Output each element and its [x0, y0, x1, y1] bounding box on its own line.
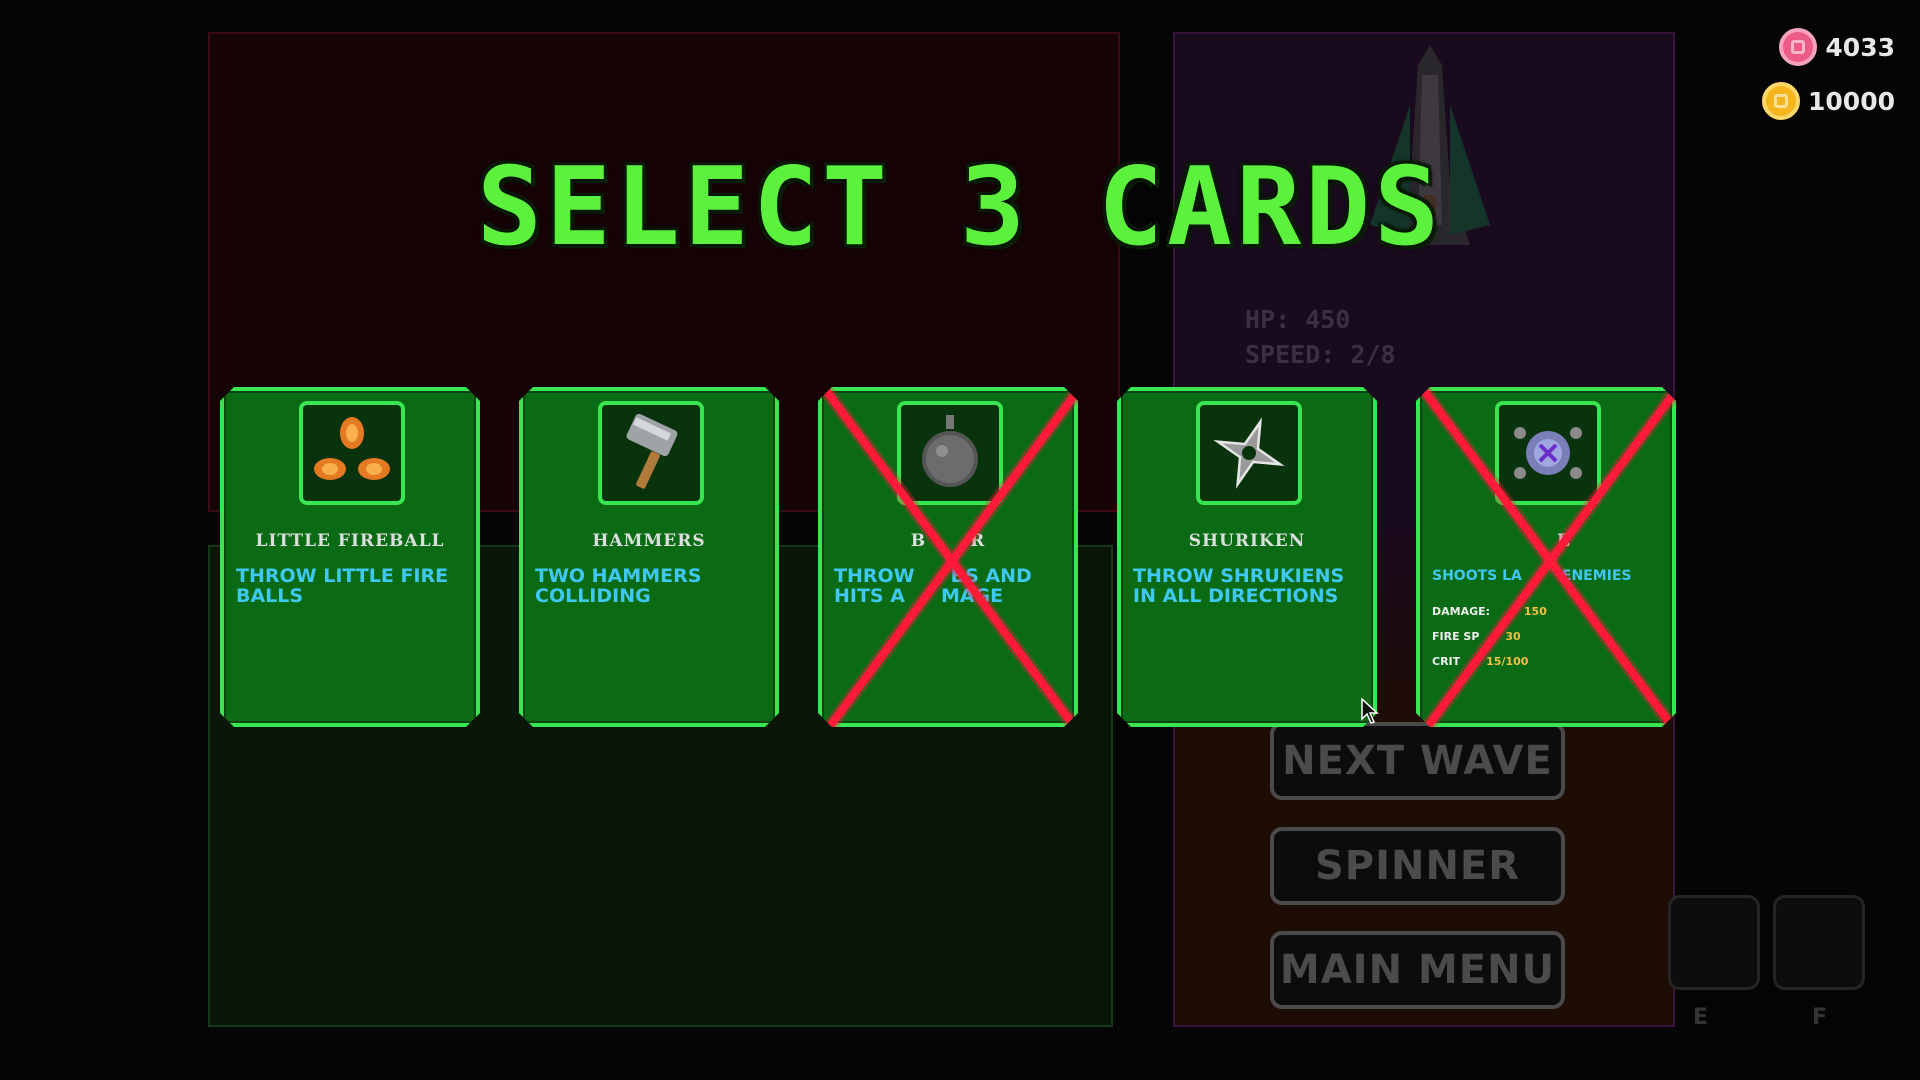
card-title: SHURIKEN — [1188, 531, 1306, 551]
ship-speed-stat: SPEED: 2/8 — [1245, 340, 1396, 369]
ability-slot-f[interactable] — [1773, 895, 1865, 990]
card-bomber-disabled: BR THROW BS AND HITS A MAGE — [818, 387, 1078, 727]
card-icon-frame — [1196, 401, 1302, 505]
card-icon-frame — [299, 401, 405, 505]
hammer-icon — [626, 413, 678, 489]
slot-key-e: E — [1693, 1005, 1709, 1030]
card-description: TWO HAMMERS COLLIDING — [535, 565, 702, 607]
mouse-cursor-icon — [1361, 698, 1379, 724]
card-title: LITTLE FIREBALL — [255, 531, 445, 551]
disabled-x-mark — [819, 387, 1078, 727]
gem-icon — [1779, 28, 1818, 66]
card-laser-disabled: E SHOOTS LAENEMIES DAMAGE: 150 FIRE SP30… — [1416, 387, 1676, 727]
card-little-fireball[interactable]: LITTLE FIREBALL THROW LITTLE FIRE BALLS — [220, 387, 480, 727]
ship-hp-stat: HP: 450 — [1245, 305, 1351, 334]
coin-icon — [1762, 82, 1801, 120]
card-title: HAMMERS — [592, 531, 706, 551]
slot-key-f: F — [1812, 1005, 1828, 1030]
card-hammers[interactable]: HAMMERS TWO HAMMERS COLLIDING — [519, 387, 779, 727]
coin-counter: 10000 — [1762, 82, 1895, 120]
disabled-x-mark — [1417, 387, 1676, 727]
next-wave-button[interactable]: NEXT WAVE — [1270, 722, 1565, 800]
card-description: THROW LITTLE FIRE BALLS — [236, 565, 449, 607]
fireball-icon — [314, 417, 390, 480]
page-title: SELECT 3 CARDS — [476, 145, 1444, 270]
spinner-button[interactable]: SPINNER — [1270, 827, 1565, 905]
card-icon-frame — [598, 401, 704, 505]
gem-counter: 4033 — [1779, 28, 1895, 66]
gem-amount: 4033 — [1825, 32, 1895, 62]
ability-slot-e[interactable] — [1668, 895, 1760, 990]
card-description: THROW SHRUKIENS IN ALL DIRECTIONS — [1133, 565, 1345, 607]
coin-amount: 10000 — [1808, 86, 1895, 116]
card-shuriken[interactable]: SHURIKEN THROW SHRUKIENS IN ALL DIRECTIO… — [1117, 387, 1377, 727]
shuriken-icon — [1213, 417, 1285, 489]
main-menu-button[interactable]: MAIN MENU — [1270, 931, 1565, 1009]
